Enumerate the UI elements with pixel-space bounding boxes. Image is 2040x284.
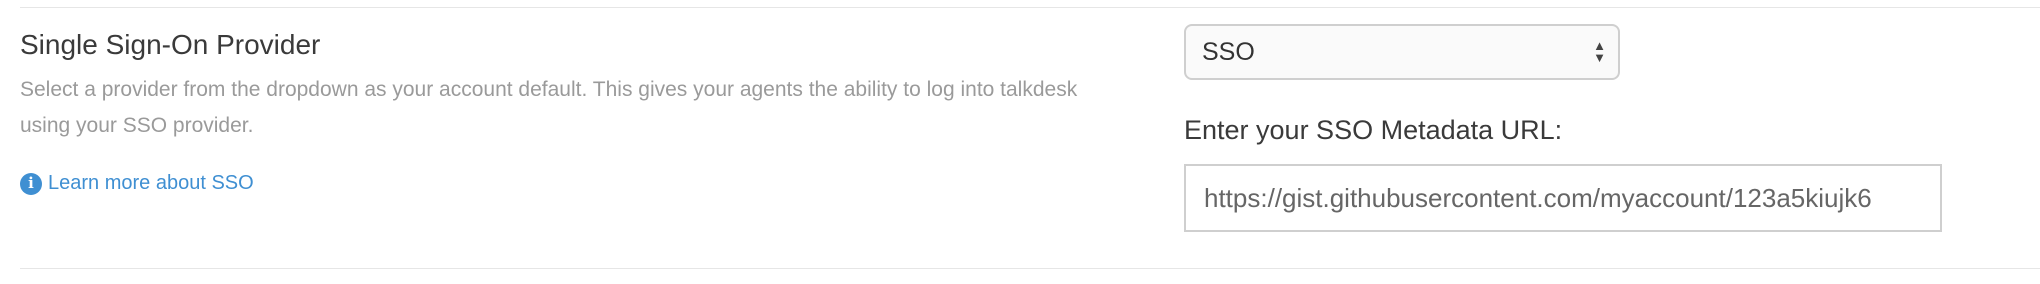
top-divider [20,7,2040,8]
section-description: Select a provider from the dropdown as y… [20,78,1078,137]
provider-select[interactable]: SSO ▲ ▼ [1184,24,1620,80]
bottom-divider [20,268,2040,269]
metadata-url-input[interactable] [1184,164,1942,232]
provider-select-value: SSO [1202,37,1255,66]
learn-more-label: Learn more about SSO [48,172,254,194]
learn-more-link[interactable]: i Learn more about SSO [20,172,1080,195]
metadata-url-label: Enter your SSO Metadata URL: [1184,115,1563,145]
section-title: Single Sign-On Provider [20,29,321,60]
sso-settings-info: Single Sign-On Provider Select a provide… [20,28,1080,195]
select-arrows-icon: ▲ ▼ [1593,38,1606,65]
info-icon: i [20,172,42,195]
sso-settings-form: SSO ▲ ▼ Enter your SSO Metadata URL: [1184,24,1944,232]
